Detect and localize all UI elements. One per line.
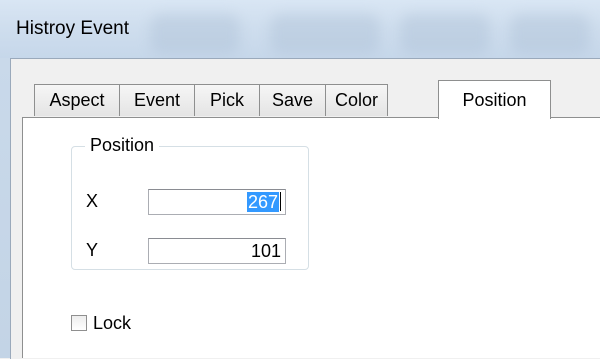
window-frame-left <box>0 58 10 358</box>
lock-label[interactable]: Lock <box>93 313 131 334</box>
y-field[interactable]: 101 <box>148 238 286 264</box>
text-caret <box>280 192 281 211</box>
tab-aspect[interactable]: Aspect <box>34 84 120 116</box>
title-bar[interactable]: Histroy Event <box>0 0 600 58</box>
tab-panel-position: Position X 267 Y 101 Lock <box>22 117 600 358</box>
tab-position[interactable]: Position <box>438 80 551 119</box>
x-value: 267 <box>246 192 279 212</box>
x-label: X <box>86 191 99 211</box>
tab-color[interactable]: Color <box>325 84 388 116</box>
tab-save-label: Save <box>271 90 314 110</box>
tab-pick-label: Pick <box>209 90 244 110</box>
tab-save[interactable]: Save <box>259 84 326 116</box>
x-field[interactable]: 267 <box>148 189 286 215</box>
y-label: Y <box>86 240 99 260</box>
y-value: 101 <box>250 241 281 261</box>
tab-aspect-label: Aspect <box>49 90 105 110</box>
tab-strip: Aspect Event Pick Save Color Position <box>22 80 600 119</box>
lock-checkbox[interactable] <box>71 315 87 331</box>
window-title: Histroy Event <box>16 18 129 39</box>
tab-color-label: Color <box>334 90 378 110</box>
position-group-legend: Position <box>85 135 160 156</box>
tab-event-label: Event <box>133 90 181 110</box>
tab-pick[interactable]: Pick <box>194 84 260 116</box>
tab-position-label: Position <box>462 89 527 110</box>
tab-event[interactable]: Event <box>119 84 195 116</box>
